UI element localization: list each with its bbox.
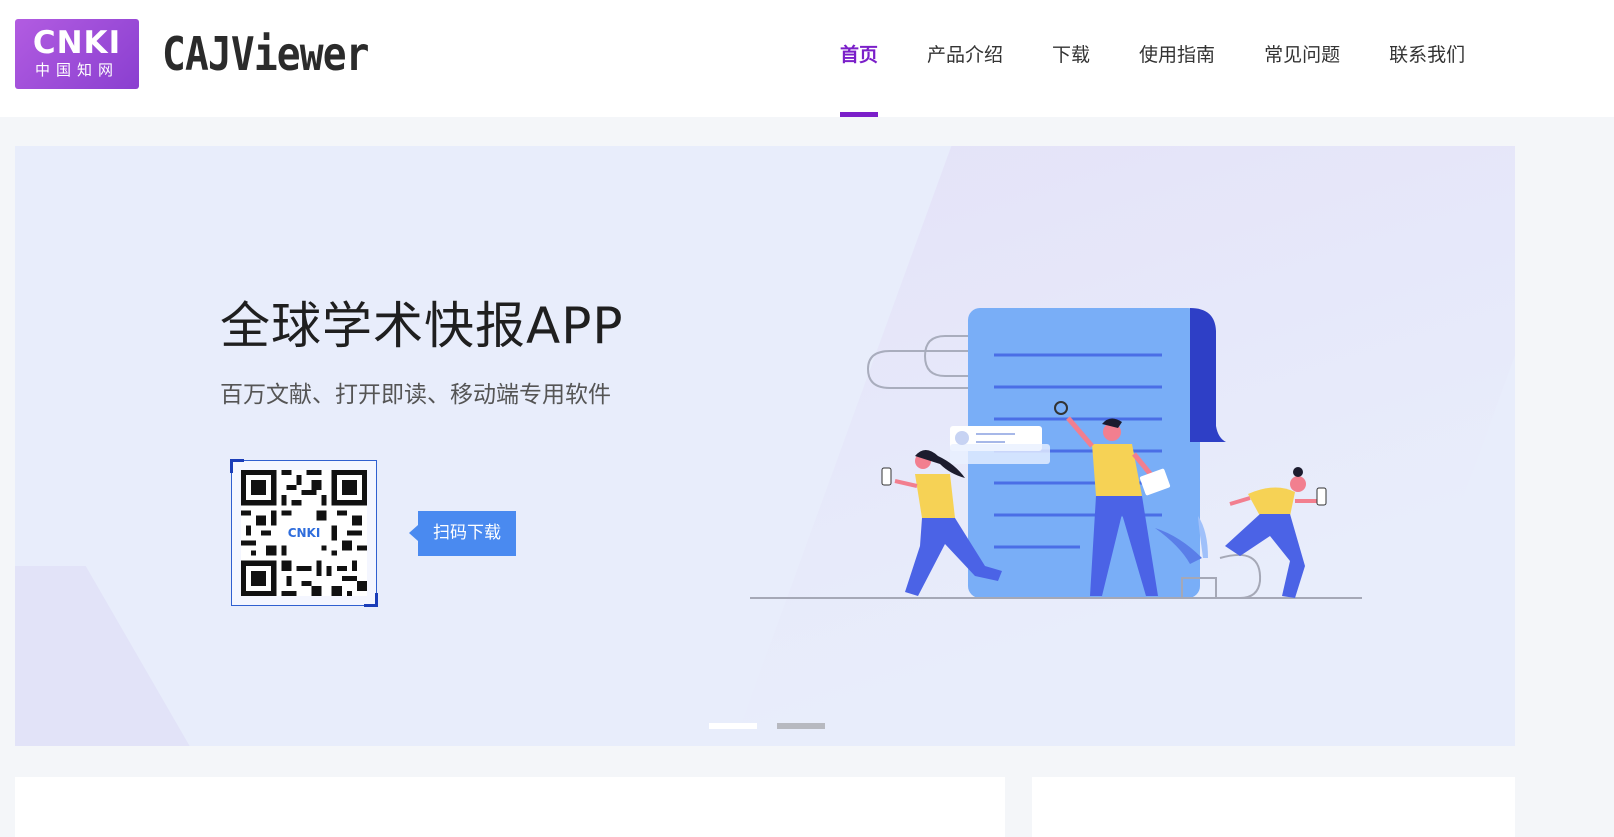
product-name[interactable]: CAJViewer <box>162 24 369 84</box>
carousel-dot-1[interactable] <box>709 723 757 729</box>
banner-subtitle: 百万文献、打开即读、移动端专用软件 <box>220 382 611 408</box>
banner-title: 全球学术快报APP <box>220 297 624 355</box>
main-nav: 首页 产品介绍 下载 使用指南 常见问题 联系我们 <box>840 0 1514 117</box>
nav-item-faq[interactable]: 常见问题 <box>1264 0 1340 117</box>
qr-code-image: CNKI <box>241 470 367 596</box>
qr-code-frame: CNKI <box>230 459 378 607</box>
nav-item-guide[interactable]: 使用指南 <box>1139 0 1215 117</box>
content-card-left <box>15 777 1005 837</box>
hero-banner[interactable]: 全球学术快报APP 百万文献、打开即读、移动端专用软件 CNKI 扫码下载 <box>15 146 1515 746</box>
site-header: CNKI 中国知网 CAJViewer 首页 产品介绍 下载 使用指南 常见问题… <box>0 0 1614 117</box>
nav-item-product[interactable]: 产品介绍 <box>927 0 1003 117</box>
banner-bg-shape-left <box>15 566 225 746</box>
banner-illustration <box>750 296 1400 616</box>
logo-sub-text: 中国知网 <box>34 61 119 79</box>
nav-item-home[interactable]: 首页 <box>840 0 879 117</box>
content-card-right <box>1032 777 1515 837</box>
qr-center-logo: CNKI <box>283 524 325 542</box>
logo-main-text: CNKI <box>32 25 122 61</box>
carousel-dot-2[interactable] <box>777 723 825 729</box>
nav-item-download[interactable]: 下载 <box>1052 0 1090 117</box>
carousel-indicators <box>709 723 845 729</box>
scan-download-tip[interactable]: 扫码下载 <box>409 511 516 556</box>
cnki-logo[interactable]: CNKI 中国知网 <box>15 19 139 89</box>
nav-item-contact[interactable]: 联系我们 <box>1389 0 1465 117</box>
